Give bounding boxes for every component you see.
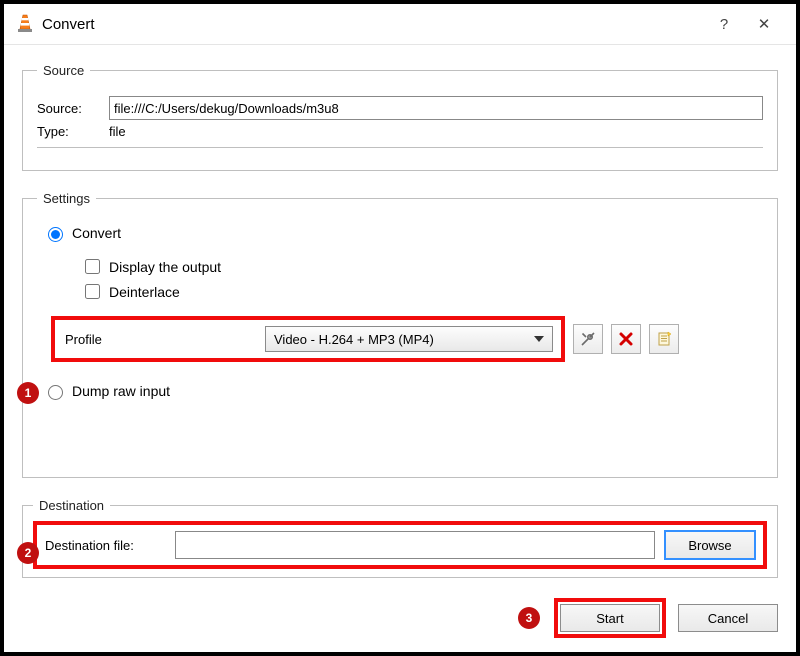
destination-file-input[interactable] <box>175 531 655 559</box>
app-icon <box>16 14 34 34</box>
source-label: Source: <box>37 101 99 116</box>
type-value: file <box>109 124 126 139</box>
type-label: Type: <box>37 124 99 139</box>
annotation-step-1: 1 <box>17 382 39 404</box>
new-profile-button[interactable] <box>649 324 679 354</box>
settings-group: Settings Convert Display the output Dein… <box>22 191 778 478</box>
profile-dropdown-value: Video - H.264 + MP3 (MP4) <box>274 332 434 347</box>
dump-raw-radio-label: Dump raw input <box>72 383 170 399</box>
profile-dropdown[interactable]: Video - H.264 + MP3 (MP4) <box>265 326 553 352</box>
source-input[interactable] <box>109 96 763 120</box>
edit-profile-button[interactable] <box>573 324 603 354</box>
titlebar: Convert ? ✕ <box>4 4 796 45</box>
destination-file-label: Destination file: <box>45 538 165 553</box>
close-button[interactable]: ✕ <box>744 15 784 33</box>
settings-legend: Settings <box>37 191 96 206</box>
source-legend: Source <box>37 63 90 78</box>
convert-radio[interactable]: Convert <box>43 224 763 242</box>
display-output-input[interactable] <box>85 259 100 274</box>
cancel-button[interactable]: Cancel <box>678 604 778 632</box>
deinterlace-label: Deinterlace <box>109 284 180 300</box>
window-title: Convert <box>42 16 704 33</box>
convert-radio-label: Convert <box>72 225 121 241</box>
source-group: Source Source: Type: file <box>22 63 778 171</box>
dump-raw-radio-input[interactable] <box>48 385 63 400</box>
delete-x-icon <box>618 331 634 347</box>
chevron-down-icon <box>534 336 544 342</box>
convert-dialog: Convert ? ✕ Source Source: Type: file Se… <box>0 0 800 656</box>
help-button[interactable]: ? <box>704 16 744 33</box>
convert-radio-input[interactable] <box>48 227 63 242</box>
destination-group: Destination Destination file: Browse <box>22 498 778 578</box>
wrench-screwdriver-icon <box>579 330 597 348</box>
profile-label: Profile <box>55 332 265 347</box>
source-divider <box>37 147 763 148</box>
start-button[interactable]: Start <box>560 604 660 632</box>
dump-raw-radio[interactable]: Dump raw input <box>43 382 763 400</box>
annotation-step-2: 2 <box>17 542 39 564</box>
deinterlace-input[interactable] <box>85 284 100 299</box>
display-output-label: Display the output <box>109 259 221 275</box>
display-output-checkbox[interactable]: Display the output <box>81 256 763 277</box>
browse-button[interactable]: Browse <box>665 531 755 559</box>
destination-legend: Destination <box>33 498 110 513</box>
deinterlace-checkbox[interactable]: Deinterlace <box>81 281 763 302</box>
annotation-step-3: 3 <box>518 607 540 629</box>
new-file-icon <box>655 330 673 348</box>
delete-profile-button[interactable] <box>611 324 641 354</box>
